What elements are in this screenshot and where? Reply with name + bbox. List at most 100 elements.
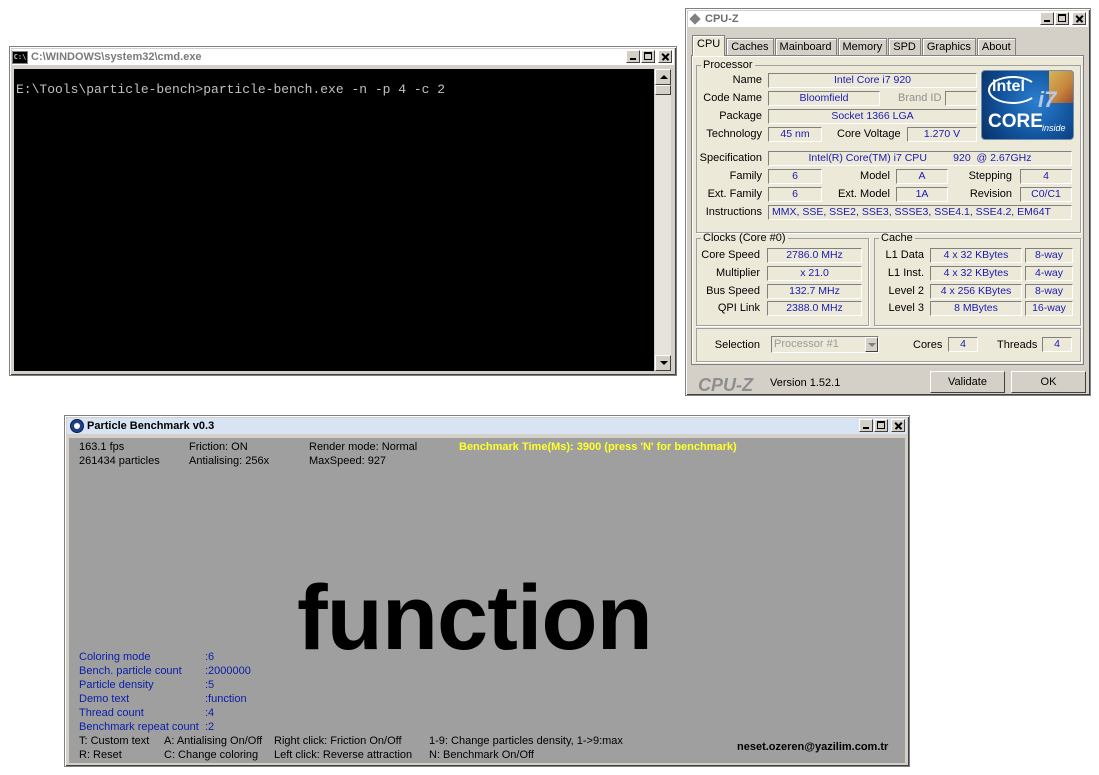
tab-caches[interactable]: Caches bbox=[726, 38, 774, 55]
setting-label: Benchmark repeat count bbox=[79, 721, 199, 733]
maximize-button[interactable] bbox=[874, 419, 888, 432]
cpuz-titlebar[interactable]: CPU-Z bbox=[688, 11, 1088, 27]
cpuz-footer-logo: CPU-Z bbox=[698, 375, 753, 395]
name-label: Name bbox=[732, 74, 762, 86]
l1d-way: 8-way bbox=[1025, 248, 1073, 263]
stepping-value: 4 bbox=[1020, 169, 1072, 184]
help-coloring: C: Change coloring bbox=[164, 749, 259, 761]
processor-select[interactable]: Processor #1 bbox=[771, 336, 879, 353]
setting-label: Demo text bbox=[79, 693, 130, 705]
maximize-button[interactable] bbox=[1055, 12, 1069, 25]
processor-select-value: Processor #1 bbox=[774, 338, 839, 350]
revision-label: Revision bbox=[969, 188, 1012, 200]
extmodel-label: Ext. Model bbox=[838, 188, 890, 200]
extmodel-value: 1A bbox=[896, 187, 948, 202]
extfamily-value: 6 bbox=[768, 187, 822, 202]
console-area[interactable]: E:\Tools\particle-bench>particle-bench.e… bbox=[14, 69, 654, 371]
ok-button[interactable]: OK bbox=[1011, 371, 1086, 393]
pb-titlebar[interactable]: Particle Benchmark v0.3 bbox=[67, 418, 907, 434]
close-button[interactable] bbox=[1072, 12, 1086, 25]
extfamily-label: Ext. Family bbox=[707, 188, 762, 200]
selection-label: Selection bbox=[714, 339, 760, 351]
console-scrollbar[interactable] bbox=[655, 69, 671, 371]
technology-label: Technology bbox=[706, 128, 762, 140]
cpuz-app-icon bbox=[689, 13, 701, 25]
cpuz-version: Version 1.52.1 bbox=[770, 377, 841, 389]
clocks-legend: Clocks (Core #0) bbox=[703, 232, 786, 244]
tab-memory[interactable]: Memory bbox=[837, 38, 888, 55]
setting-value: :4 bbox=[205, 707, 215, 719]
particle-benchmark-window[interactable]: Particle Benchmark v0.3 163.1 fps 261434… bbox=[64, 415, 910, 767]
fps-text: 163.1 fps bbox=[79, 441, 125, 453]
setting-value: :2 bbox=[205, 721, 215, 733]
cache-legend: Cache bbox=[881, 232, 913, 244]
instructions-value: MMX, SSE, SSE2, SSE3, SSSE3, SSE4.1, SSE… bbox=[768, 205, 1072, 220]
spec-value: Intel(R) Core(TM) i7 CPU 920 @ 2.67GHz bbox=[768, 151, 1072, 166]
logo-inside: inside bbox=[1042, 123, 1066, 133]
l1i-label: L1 Inst. bbox=[887, 267, 924, 279]
threads-value: 4 bbox=[1042, 337, 1072, 352]
antialias-text: Antialising: 256x bbox=[189, 455, 270, 467]
cmd-titlebar[interactable]: C:\ C:\WINDOWS\system32\cmd.exe bbox=[12, 49, 674, 65]
logo-intel-word: intel bbox=[992, 78, 1025, 95]
model-value: A bbox=[896, 169, 948, 184]
cmd-window[interactable]: C:\ C:\WINDOWS\system32\cmd.exe E:\Tools… bbox=[9, 46, 677, 376]
l1i-way: 4-way bbox=[1025, 266, 1073, 281]
scroll-down-button[interactable] bbox=[655, 355, 671, 371]
tab-cpu[interactable]: CPU bbox=[692, 35, 726, 56]
tab-mainboard[interactable]: Mainboard bbox=[774, 38, 837, 55]
help-left-click: Left click: Reverse attraction bbox=[274, 749, 413, 761]
minimize-button[interactable] bbox=[859, 419, 873, 432]
setting-label: Coloring mode bbox=[79, 651, 151, 663]
minimize-button[interactable] bbox=[626, 50, 640, 63]
instructions-label: Instructions bbox=[705, 206, 762, 218]
family-value: 6 bbox=[768, 169, 822, 184]
benchmark-time-text: Benchmark Time(Ms): 3900 (press 'N' for … bbox=[459, 441, 737, 453]
setting-value: :6 bbox=[205, 651, 215, 663]
help-antialias: A: Antialising On/Off bbox=[164, 735, 263, 747]
particles-text: 261434 particles bbox=[79, 455, 160, 467]
l3-way: 16-way bbox=[1025, 301, 1073, 316]
cpuz-window[interactable]: CPU-Z CPU Caches Mainboard Memory SPD Gr… bbox=[685, 8, 1091, 396]
setting-label: Particle density bbox=[79, 679, 154, 691]
spec-label: Specification bbox=[699, 152, 762, 164]
l3-label: Level 3 bbox=[888, 302, 924, 314]
multiplier-label: Multiplier bbox=[715, 267, 760, 279]
setting-value: :5 bbox=[205, 679, 215, 691]
maximize-button[interactable] bbox=[641, 50, 655, 63]
close-button[interactable] bbox=[658, 50, 672, 63]
close-button[interactable] bbox=[891, 419, 905, 432]
tab-graphics[interactable]: Graphics bbox=[921, 38, 976, 55]
scroll-up-button[interactable] bbox=[655, 69, 671, 85]
cmd-title: C:\WINDOWS\system32\cmd.exe bbox=[31, 51, 202, 63]
max-speed-text: MaxSpeed: 927 bbox=[309, 455, 387, 467]
logo-i7: i7 bbox=[1038, 87, 1057, 112]
chevron-down-icon[interactable] bbox=[865, 337, 878, 352]
particle-canvas[interactable]: 163.1 fps 261434 particles Friction: ON … bbox=[69, 438, 905, 763]
author-email: neset.ozeren@yazilim.com.tr bbox=[737, 741, 889, 753]
voltage-value: 1.270 V bbox=[907, 127, 977, 142]
package-label: Package bbox=[719, 110, 762, 122]
codename-value: Bloomfield bbox=[768, 91, 880, 106]
scroll-thumb[interactable] bbox=[655, 85, 671, 95]
l2-way: 8-way bbox=[1025, 284, 1073, 299]
revision-value: C0/C1 bbox=[1020, 187, 1072, 202]
help-custom-text: T: Custom text bbox=[79, 735, 150, 747]
help-density-keys: 1-9: Change particles density, 1->9:max bbox=[429, 735, 623, 747]
name-value: Intel Core i7 920 bbox=[768, 73, 977, 88]
family-label: Family bbox=[729, 170, 762, 182]
particle-app-icon bbox=[70, 419, 84, 433]
l2-label: Level 2 bbox=[888, 285, 924, 297]
technology-value: 45 nm bbox=[768, 127, 822, 142]
voltage-label: Core Voltage bbox=[837, 128, 901, 140]
cores-value: 4 bbox=[948, 337, 978, 352]
tab-about[interactable]: About bbox=[976, 38, 1016, 55]
friction-text: Friction: ON bbox=[189, 441, 248, 453]
multiplier-value: x 21.0 bbox=[767, 266, 862, 281]
help-reset: R: Reset bbox=[79, 749, 122, 761]
model-label: Model bbox=[860, 170, 890, 182]
tab-spd[interactable]: SPD bbox=[888, 38, 921, 55]
minimize-button[interactable] bbox=[1040, 12, 1054, 25]
processor-legend: Processor bbox=[703, 59, 753, 71]
validate-button[interactable]: Validate bbox=[930, 371, 1005, 393]
